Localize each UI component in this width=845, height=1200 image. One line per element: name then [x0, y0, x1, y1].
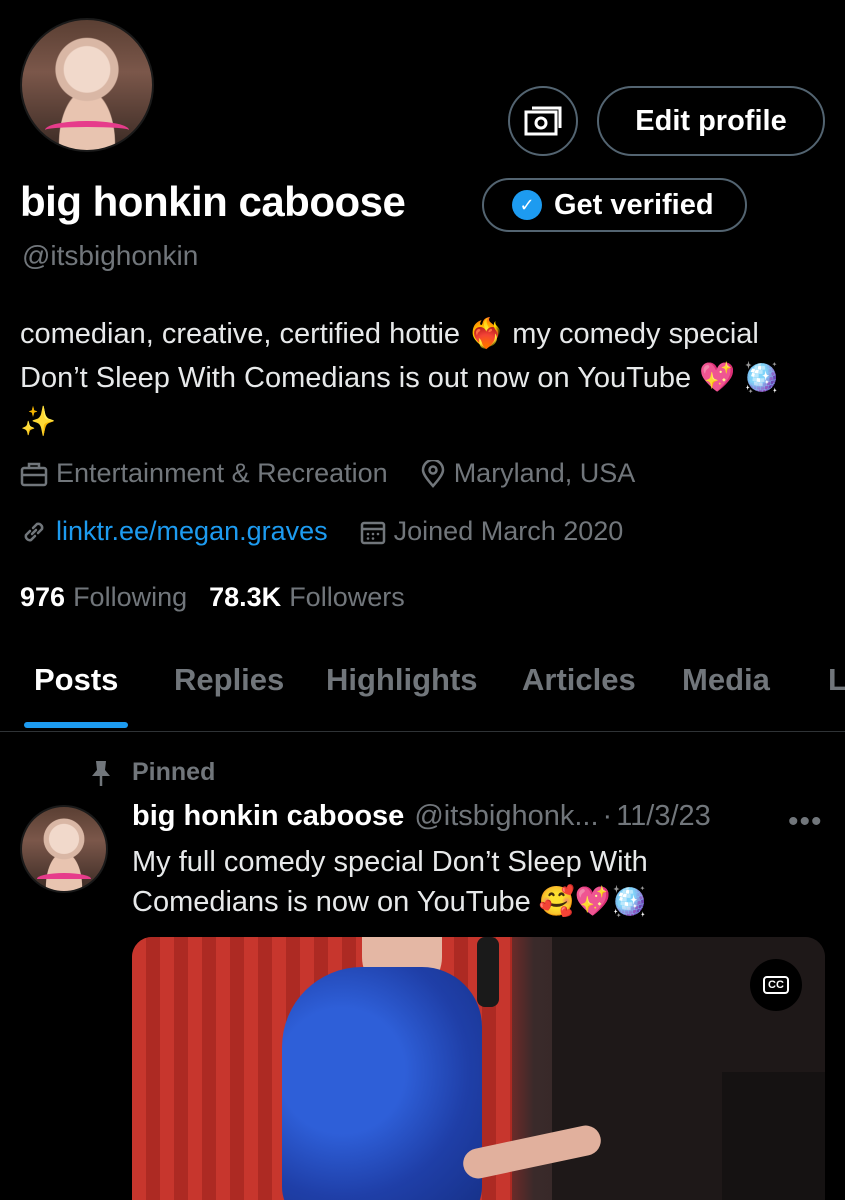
post-avatar[interactable]	[20, 805, 108, 893]
active-tab-indicator	[24, 722, 128, 728]
tab-likes[interactable]: L	[828, 662, 845, 698]
more-icon[interactable]: •••	[788, 805, 823, 839]
tab-articles[interactable]: Articles	[522, 662, 636, 698]
link-label[interactable]: linktr.ee/megan.graves	[56, 516, 328, 547]
pinned-label: Pinned	[132, 758, 216, 786]
profile-bio: comedian, creative, certified hottie ❤️‍…	[20, 318, 780, 438]
joined-label: Joined March 2020	[393, 516, 624, 546]
post-header: big honkin caboose @itsbighonk... · 11/3…	[132, 800, 711, 833]
cc-button[interactable]: CC	[750, 959, 802, 1011]
followers-count: 78.3K	[209, 582, 282, 612]
followers-stat[interactable]: 78.3K Followers	[209, 582, 405, 613]
post-handle[interactable]: @itsbighonk...	[414, 800, 598, 833]
location-label: Maryland, USA	[453, 458, 636, 488]
tip-jar-button[interactable]	[508, 86, 578, 156]
location-pin-icon	[421, 459, 444, 488]
post-date[interactable]: 11/3/23	[616, 800, 711, 833]
display-name: big honkin caboose	[20, 178, 406, 225]
edit-profile-button[interactable]: Edit profile	[597, 86, 825, 156]
pin-icon	[92, 760, 110, 786]
tab-replies[interactable]: Replies	[174, 662, 284, 698]
followers-label: Followers	[289, 582, 405, 612]
link-icon	[24, 522, 44, 541]
calendar-icon	[360, 521, 385, 544]
pinned-indicator: Pinned	[90, 758, 215, 787]
cc-icon: CC	[763, 976, 789, 994]
profile-link[interactable]: linktr.ee/megan.graves	[20, 516, 328, 547]
profile-category: Entertainment & Recreation	[20, 458, 388, 489]
post-video[interactable]: CC	[132, 937, 825, 1200]
tip-jar-icon	[524, 106, 562, 136]
get-verified-button[interactable]: ✓ Get verified	[482, 178, 747, 232]
following-label: Following	[73, 582, 188, 612]
profile-handle: @itsbighonkin	[22, 240, 199, 271]
profile-tabs: Posts Replies Highlights Articles Media …	[0, 640, 845, 732]
tab-highlights[interactable]: Highlights	[326, 662, 478, 698]
profile-joined: Joined March 2020	[360, 516, 624, 547]
tab-posts[interactable]: Posts	[34, 662, 118, 698]
following-stat[interactable]: 976 Following	[20, 582, 187, 613]
following-count: 976	[20, 582, 66, 612]
post-text: My full comedy special Don’t Sleep With …	[132, 846, 648, 918]
tab-media[interactable]: Media	[682, 662, 770, 698]
post-separator: ·	[602, 800, 613, 832]
post-author[interactable]: big honkin caboose	[132, 800, 404, 833]
get-verified-label: Get verified	[554, 188, 714, 221]
briefcase-icon	[20, 462, 48, 486]
profile-avatar[interactable]	[20, 18, 154, 152]
profile-location: Maryland, USA	[420, 458, 636, 489]
category-label: Entertainment & Recreation	[56, 458, 388, 488]
verified-badge-icon: ✓	[512, 190, 542, 220]
